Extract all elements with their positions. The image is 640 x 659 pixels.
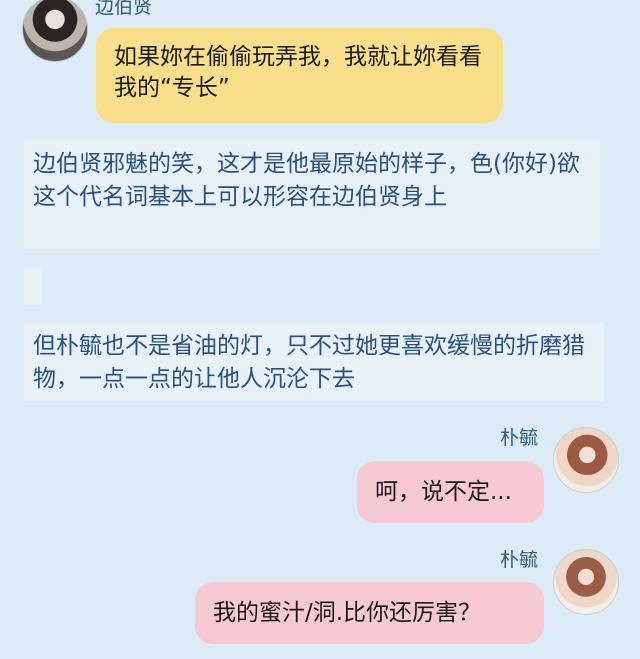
- chat-bubble-text: 呵，说不定...: [375, 479, 512, 505]
- female-avatar: [553, 427, 619, 493]
- sender-name-baekhyun: 边伯贤: [95, 0, 153, 18]
- narration-text: 但朴毓也不是省油的灯，只不过她更喜欢缓慢的折磨猎物，一点一点的让他人沉沦下去: [33, 333, 585, 392]
- narration-text: 边伯贤邪魅的笑，这才是他最原始的样子，色(你好)欲这个代名词基本上可以形容在边伯…: [33, 151, 580, 210]
- narration-block-2: 但朴毓也不是省油的灯，只不过她更喜欢缓慢的折磨猎物，一点一点的让他人沉沦下去: [24, 323, 604, 401]
- chat-bubble-baekhyun: 如果妳在偷偷玩弄我，我就让妳看看我的“专长”: [96, 28, 503, 123]
- chat-bubble-piaoyu-1: 呵，说不定...: [357, 461, 544, 523]
- sender-name-piaoyu-1: 朴毓: [500, 427, 539, 449]
- chat-bubble-text: 如果妳在偷偷玩弄我，我就让妳看看我的“专长”: [114, 44, 482, 101]
- chat-bubble-piaoyu-2: 我的蜜汁/洞.比你还厉害？: [195, 582, 544, 644]
- chat-bubble-text: 我的蜜汁/洞.比你还厉害？: [213, 600, 482, 626]
- female-avatar: [553, 549, 619, 615]
- narration-block-1: 边伯贤邪魅的笑，这才是他最原始的样子，色(你好)欲这个代名词基本上可以形容在边伯…: [24, 139, 600, 249]
- narration-block-empty: [24, 267, 42, 305]
- sender-name-piaoyu-2: 朴毓: [500, 549, 539, 571]
- male-avatar: [22, 0, 88, 62]
